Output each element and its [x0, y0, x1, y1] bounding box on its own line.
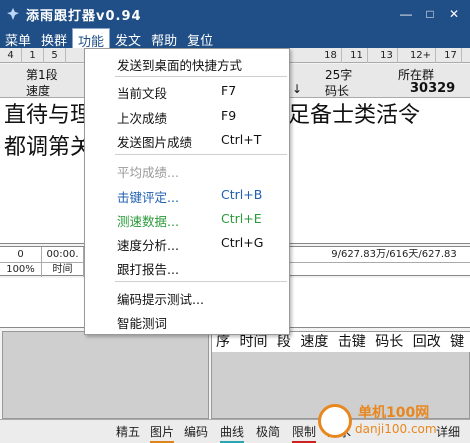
- menu-item-smart-word-test[interactable]: 智能测词: [85, 310, 289, 332]
- counter-cell: 5: [44, 48, 66, 63]
- app-window: 添雨跟打器v0.94 — □ ✕ 菜单 换群 功能 发文 帮助 复位 4 1 5…: [0, 0, 470, 443]
- toggle-minimal[interactable]: 极简: [256, 423, 280, 441]
- col-index[interactable]: 序: [216, 334, 230, 350]
- menu-separator: [115, 76, 287, 77]
- menu-item-send-image-result[interactable]: 发送图片成绩 Ctrl+T: [85, 129, 289, 151]
- article-line-2: 都调第关: [4, 135, 93, 160]
- toggle-jingwu[interactable]: 精五: [116, 423, 140, 441]
- watermark-logo-icon: [318, 404, 352, 438]
- menu-help[interactable]: 帮助: [146, 28, 182, 49]
- toggle-detail[interactable]: 详细: [436, 423, 460, 441]
- code-length-label: 码长: [325, 84, 350, 98]
- toggle-encoding[interactable]: 编码: [184, 423, 208, 441]
- stat-accuracy: 100%: [0, 262, 42, 277]
- menu-switch-group[interactable]: 换群: [36, 28, 72, 49]
- menu-item-speed-data[interactable]: 测速数据... Ctrl+E: [85, 208, 289, 230]
- menu-item-desktop-shortcut[interactable]: 发送到桌面的快捷方式: [85, 52, 289, 74]
- counter-cell: 13: [376, 48, 398, 63]
- stat-time: 00:00.: [42, 247, 84, 262]
- menu-item-current-segment[interactable]: 当前文段 F7: [85, 80, 289, 102]
- function-menu-dropdown: 发送到桌面的快捷方式 当前文段 F7 上次成绩 F9 发送图片成绩 Ctrl+T…: [84, 48, 290, 335]
- menu-main[interactable]: 菜单: [0, 28, 36, 49]
- segment-label: 第1段: [26, 68, 58, 82]
- counter-cell: 18: [320, 48, 342, 63]
- menu-item-keystroke-rating[interactable]: 击键评定... Ctrl+B: [85, 184, 289, 206]
- toggle-curve[interactable]: 曲线: [220, 423, 245, 443]
- col-keystroke[interactable]: 击键: [338, 334, 366, 350]
- menu-bar: 菜单 换群 功能 发文 帮助 复位: [0, 28, 470, 50]
- grid-header: 序 时间 段 速度 击键 码长 回改 键: [212, 332, 470, 352]
- col-code-length[interactable]: 码长: [375, 334, 403, 350]
- close-button[interactable]: ✕: [442, 4, 466, 24]
- menu-separator: [115, 281, 287, 282]
- char-count: 25字: [325, 68, 353, 82]
- menu-send-text[interactable]: 发文: [110, 28, 146, 49]
- toggle-image[interactable]: 图片: [150, 423, 175, 443]
- menu-function[interactable]: 功能: [72, 28, 111, 50]
- watermark-url: danji100.com: [355, 422, 437, 436]
- counter-cell: 17: [440, 48, 462, 63]
- menu-reset[interactable]: 复位: [182, 28, 218, 49]
- speed-label: 速度: [26, 84, 51, 98]
- menu-item-typing-report[interactable]: 跟打报告...: [85, 256, 289, 278]
- chart-pane: [2, 331, 209, 419]
- app-logo-icon: [7, 8, 19, 20]
- article-line-1-end: 足备士类活令: [288, 103, 421, 128]
- minimize-icon: —: [400, 7, 412, 21]
- stat-time-label: 时间: [42, 262, 84, 277]
- window-title: 添雨跟打器v0.94: [26, 9, 142, 24]
- article-line-1-start: 直待与理: [4, 103, 93, 128]
- col-corrections[interactable]: 回改: [413, 334, 441, 350]
- col-segment[interactable]: 段: [277, 334, 291, 350]
- col-speed[interactable]: 速度: [300, 334, 328, 350]
- stat-summary: 9/627.83万/616天/627.83: [331, 249, 457, 260]
- window-controls: — □ ✕: [394, 4, 466, 24]
- col-keys[interactable]: 键: [450, 334, 464, 350]
- minimize-button[interactable]: —: [394, 4, 418, 24]
- counter-cell: 4: [0, 48, 22, 63]
- close-icon: ✕: [448, 7, 460, 21]
- menu-item-last-result[interactable]: 上次成绩 F9: [85, 105, 289, 127]
- watermark-title: 单机100网: [358, 405, 430, 421]
- menu-item-speed-analysis[interactable]: 速度分析... Ctrl+G: [85, 232, 289, 254]
- counter-cell: 11: [346, 48, 368, 63]
- menu-separator: [115, 154, 287, 155]
- toggle-limit[interactable]: 限制: [292, 423, 317, 443]
- title-bar[interactable]: 添雨跟打器v0.94 — □ ✕: [0, 0, 470, 28]
- col-time[interactable]: 时间: [239, 334, 267, 350]
- counter-cell: 1: [22, 48, 44, 63]
- stat-count: 0: [0, 247, 42, 262]
- group-number: 30329: [410, 81, 456, 96]
- counter-cell: 12+: [406, 48, 436, 63]
- menu-item-average-result: 平均成绩...: [117, 165, 179, 180]
- maximize-button[interactable]: □: [418, 4, 442, 24]
- maximize-icon: □: [426, 7, 434, 21]
- menu-item-encoding-hint-test[interactable]: 编码提示测试...: [85, 286, 289, 308]
- arrow-indicator: ↓: [292, 82, 303, 96]
